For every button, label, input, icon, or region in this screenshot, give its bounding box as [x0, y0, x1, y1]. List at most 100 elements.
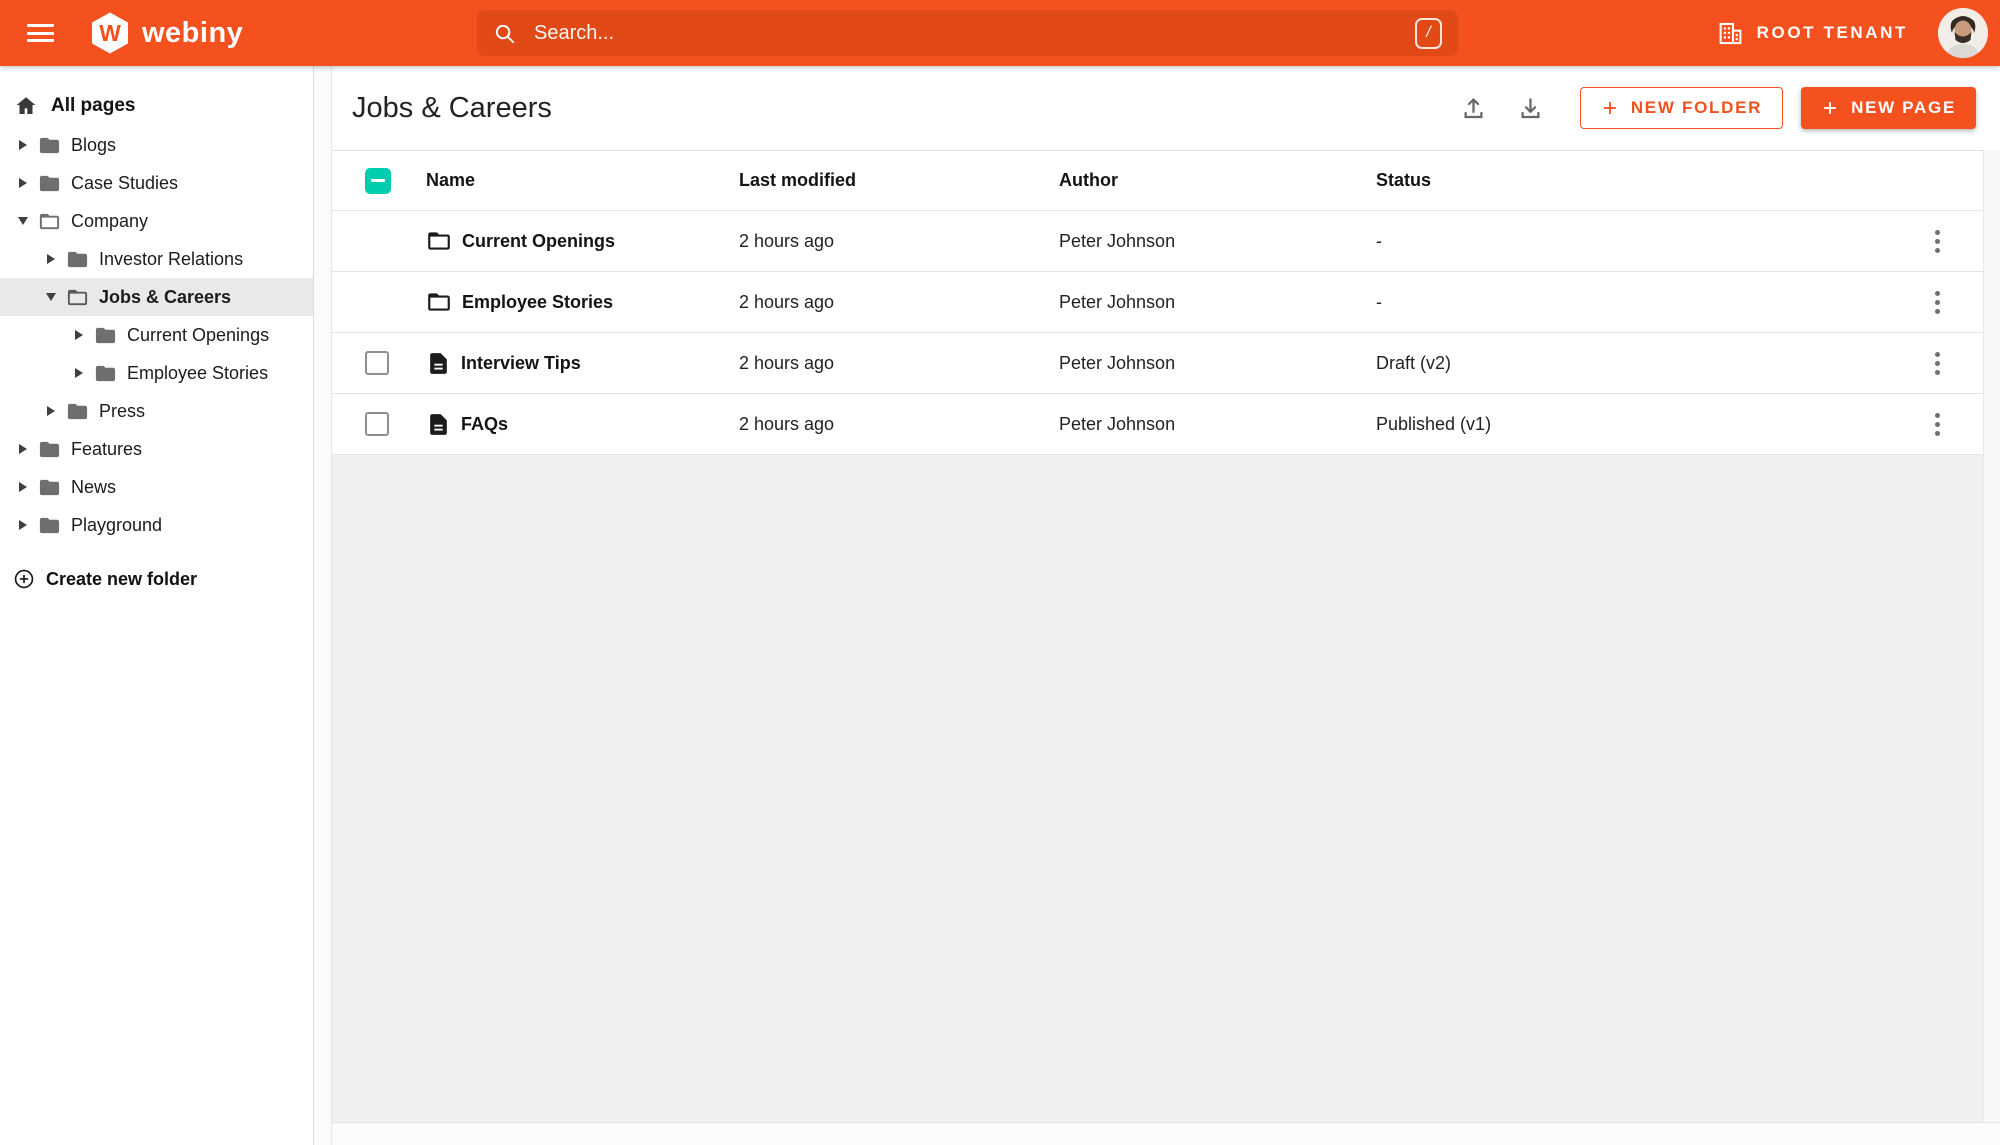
row-checkbox[interactable] — [365, 351, 389, 375]
sidebar-item-label: Case Studies — [71, 172, 179, 193]
column-header-name[interactable]: Name — [426, 170, 475, 191]
row-menu-icon[interactable] — [1929, 224, 1946, 259]
row-menu-icon[interactable] — [1929, 285, 1946, 320]
select-all-checkbox[interactable] — [365, 167, 391, 194]
column-header-status[interactable]: Status — [1376, 170, 1431, 190]
page-title: Jobs & Careers — [352, 91, 552, 124]
sidebar-scrollbar-track[interactable] — [314, 66, 332, 1145]
sidebar-item-features[interactable]: Features — [0, 430, 313, 468]
plus-circle-icon — [14, 569, 34, 589]
row-modified: 2 hours ago — [739, 352, 835, 373]
chevron-right-icon[interactable] — [16, 520, 30, 530]
row-name[interactable]: FAQs — [461, 414, 508, 435]
sidebar-item-blogs[interactable]: Blogs — [0, 126, 313, 164]
indeterminate-minus-icon — [371, 179, 385, 182]
sidebar-item-label: Investor Relations — [99, 248, 244, 269]
table-row[interactable]: Interview Tips 2 hours ago Peter Johnson… — [332, 333, 1983, 394]
sidebar-item-label: All pages — [51, 95, 136, 116]
row-modified: 2 hours ago — [739, 413, 835, 434]
search-icon — [495, 24, 515, 43]
new-page-label: NEW PAGE — [1851, 98, 1956, 117]
content-area: Jobs & Careers NEW FOLDER NEW PAGE Name … — [332, 66, 2000, 1145]
column-header-modified[interactable]: Last modified — [739, 170, 856, 190]
row-status: - — [1376, 291, 1382, 312]
row-status: Published (v1) — [1376, 413, 1492, 434]
sidebar-item-label: Current Openings — [127, 324, 270, 345]
search-bar[interactable]: / — [477, 10, 1458, 56]
sidebar-item-label: Press — [99, 400, 146, 421]
row-name[interactable]: Employee Stories — [462, 292, 613, 313]
folder-icon — [39, 441, 60, 457]
sidebar-item-news[interactable]: News — [0, 468, 313, 506]
folder-icon — [428, 232, 450, 250]
export-icon[interactable] — [1517, 95, 1544, 122]
folder-open-icon — [67, 289, 88, 305]
horizontal-scrollbar-track[interactable] — [332, 1122, 2000, 1145]
folder-icon — [39, 479, 60, 495]
tenant-selector[interactable]: ROOT TENANT — [1717, 0, 1908, 66]
search-input[interactable] — [532, 20, 1415, 46]
row-author: Peter Johnson — [1059, 291, 1176, 312]
menu-icon[interactable] — [27, 20, 54, 47]
vertical-scrollbar-track[interactable] — [1983, 150, 2000, 1122]
folder-icon — [39, 175, 60, 191]
row-checkbox[interactable] — [365, 412, 389, 436]
row-author: Peter Johnson — [1059, 230, 1176, 251]
content-header: Jobs & Careers NEW FOLDER NEW PAGE — [332, 66, 2000, 150]
user-avatar[interactable] — [1938, 8, 1988, 58]
sidebar-item-label: Features — [71, 438, 143, 459]
chevron-down-icon[interactable] — [44, 293, 58, 301]
table-row[interactable]: Current Openings 2 hours ago Peter Johns… — [332, 211, 1983, 272]
chevron-right-icon[interactable] — [16, 140, 30, 150]
new-folder-button[interactable]: NEW FOLDER — [1579, 87, 1784, 129]
row-modified: 2 hours ago — [739, 230, 835, 251]
chevron-right-icon[interactable] — [72, 368, 86, 378]
create-new-folder-label: Create new folder — [46, 568, 198, 589]
sidebar-item-company[interactable]: Company — [0, 202, 313, 240]
chevron-right-icon[interactable] — [16, 444, 30, 454]
sidebar-item-label: Jobs & Careers — [99, 286, 232, 307]
sidebar-item-all-pages[interactable]: All pages — [0, 86, 313, 126]
row-modified: 2 hours ago — [739, 291, 835, 312]
chevron-right-icon[interactable] — [16, 482, 30, 492]
sidebar-item-current-openings[interactable]: Current Openings — [0, 316, 313, 354]
folder-icon — [95, 365, 116, 381]
row-menu-icon[interactable] — [1929, 346, 1946, 381]
chevron-right-icon[interactable] — [72, 330, 86, 340]
sidebar-item-press[interactable]: Press — [0, 392, 313, 430]
row-name[interactable]: Current Openings — [462, 231, 615, 252]
sidebar-item-investor-relations[interactable]: Investor Relations — [0, 240, 313, 278]
svg-text:W: W — [99, 20, 121, 46]
sidebar-item-case-studies[interactable]: Case Studies — [0, 164, 313, 202]
folder-icon — [95, 327, 116, 343]
column-header-author[interactable]: Author — [1059, 170, 1118, 190]
sidebar-item-label: Company — [71, 210, 149, 231]
sidebar-item-label: Employee Stories — [127, 362, 269, 383]
page-icon — [430, 413, 447, 435]
folder-icon — [67, 251, 88, 267]
chevron-right-icon[interactable] — [44, 254, 58, 264]
new-folder-label: NEW FOLDER — [1630, 98, 1763, 117]
chevron-right-icon[interactable] — [16, 178, 30, 188]
table-row[interactable]: FAQs 2 hours ago Peter Johnson Published… — [332, 394, 1983, 455]
import-icon[interactable] — [1460, 95, 1487, 122]
row-status: Draft (v2) — [1376, 352, 1452, 373]
sidebar-item-jobs-careers[interactable]: Jobs & Careers — [0, 278, 313, 316]
pages-table: Name Last modified Author Status Current… — [332, 150, 1983, 455]
row-author: Peter Johnson — [1059, 352, 1176, 373]
webiny-logo[interactable]: W webiny — [88, 11, 243, 55]
row-name[interactable]: Interview Tips — [461, 353, 581, 374]
chevron-down-icon[interactable] — [16, 217, 30, 225]
plus-icon — [1824, 102, 1837, 114]
table-row[interactable]: Employee Stories 2 hours ago Peter Johns… — [332, 272, 1983, 333]
new-page-button[interactable]: NEW PAGE — [1801, 87, 1976, 129]
chevron-right-icon[interactable] — [44, 406, 58, 416]
folder-icon — [39, 137, 60, 153]
sidebar-item-employee-stories[interactable]: Employee Stories — [0, 354, 313, 392]
home-icon — [16, 97, 36, 114]
sidebar-item-playground[interactable]: Playground — [0, 506, 313, 544]
create-new-folder-button[interactable]: Create new folder — [13, 568, 313, 590]
tenant-label: ROOT TENANT — [1756, 23, 1908, 42]
main-layout: All pages Blogs Case Studies Company Inv… — [0, 66, 2000, 1145]
row-menu-icon[interactable] — [1929, 407, 1946, 442]
